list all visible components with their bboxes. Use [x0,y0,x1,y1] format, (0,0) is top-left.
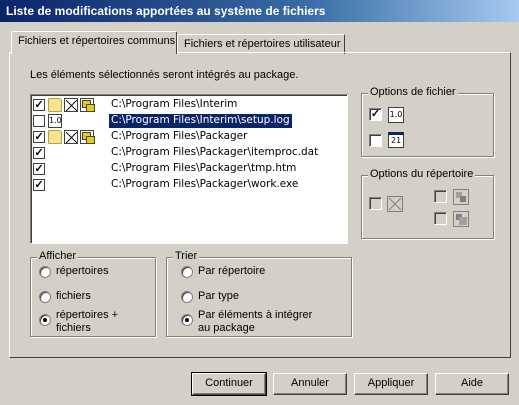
sort-radio-type[interactable] [181,291,193,303]
directory-options-title: Options du répertoire [368,168,476,180]
double-box-icon [80,130,95,144]
item-path: C:\Program Files\Interim [111,98,238,110]
cancel-button[interactable]: Annuler [273,373,347,395]
file-options-group: Options de fichier ✓ 1.0 21 [361,86,494,157]
continue-button[interactable]: Continuer [191,372,267,396]
x-box-icon [64,98,78,112]
ten-box-icon: 1.0 [388,107,404,123]
display-group: Afficher répertoires fichiers répertoire… [30,250,156,337]
file-option-checkbox-1[interactable]: ✓ [369,108,382,121]
display-radio-directories[interactable] [39,266,51,278]
item-checkbox[interactable]: ✓ [33,131,45,143]
list-item[interactable]: ✓ C:\Program Files\Interim [31,97,347,113]
sort-group: Trier Par répertoire Par type Par élémen… [166,250,352,337]
list-item[interactable]: ✓ C:\Program Files\Packager\tmp.htm [31,161,347,177]
help-button[interactable]: Aide [435,373,509,395]
tab-common-files[interactable]: Fichiers et répertoires communs [11,31,177,54]
display-title: Afficher [37,250,79,262]
display-radio-both[interactable] [39,314,51,326]
folder-icon [48,98,62,112]
calendar-number: 21 [391,136,402,145]
description-text: Les éléments sélectionnés seront intégré… [30,69,299,81]
x-box-icon [64,130,78,144]
list-item[interactable]: ✓ C:\Program Files\Packager [31,129,347,145]
file-options-title: Options de fichier [368,86,458,98]
list-item[interactable]: ✓ C:\Program Files\Packager\itemproc.dat [31,145,347,161]
item-path: C:\Program Files\Packager\work.exe [111,178,299,190]
item-checkbox[interactable] [33,115,45,127]
directory-options-group: Options du répertoire [361,168,494,239]
x-box-disabled-icon [387,196,403,212]
item-checkbox[interactable]: ✓ [33,99,45,111]
display-label-both-line2: fichiers [56,322,91,334]
ten-box-icon: 1.0 [48,114,62,128]
item-path: C:\Program Files\Packager [111,130,248,142]
tab-common-files-label: Fichiers et répertoires communs [18,35,176,47]
tab-user-files[interactable]: Fichiers et répertoires utilisateur [177,34,345,54]
file-option-checkbox-2[interactable] [369,134,382,147]
file-list[interactable]: ✓ C:\Program Files\Interim 1.0 C:\Progra… [30,94,348,244]
directory-option-checkbox-2[interactable] [434,190,447,203]
list-item[interactable]: ✓ C:\Program Files\Packager\work.exe [31,177,347,193]
move-box-disabled-icon [453,189,469,205]
window-title: Liste de modifications apportées au syst… [0,0,519,22]
item-checkbox[interactable]: ✓ [33,179,45,191]
display-label-files: fichiers [56,290,91,302]
double-box-icon [80,98,95,112]
merge-box-disabled-icon [453,211,469,227]
directory-option-checkbox-3[interactable] [434,212,447,225]
sort-label-type: Par type [198,290,239,302]
tab-user-files-label: Fichiers et répertoires utilisateur [184,38,341,50]
apply-button[interactable]: Appliquer [354,373,428,395]
display-label-both-line1: répertoires + [56,309,119,321]
item-path: C:\Program Files\Packager\itemproc.dat [111,146,319,158]
sort-label-items-line1: Par éléments à intégrer [198,309,313,321]
item-checkbox[interactable]: ✓ [33,163,45,175]
item-checkbox[interactable]: ✓ [33,147,45,159]
display-label-directories: répertoires [56,265,109,277]
list-item[interactable]: 1.0 C:\Program Files\Interim\setup.log [31,113,347,129]
folder-icon [48,130,62,144]
sort-radio-items[interactable] [181,314,193,326]
item-path: C:\Program Files\Packager\tmp.htm [111,162,297,174]
sort-radio-directory[interactable] [181,266,193,278]
sort-label-directory: Par répertoire [198,265,266,277]
item-path: C:\Program Files\Interim\setup.log [108,113,293,129]
sort-label-items-line2: au package [198,322,255,334]
calendar-icon: 21 [388,132,404,148]
sort-title: Trier [173,250,200,262]
directory-option-checkbox-1[interactable] [369,197,382,210]
display-radio-files[interactable] [39,291,51,303]
